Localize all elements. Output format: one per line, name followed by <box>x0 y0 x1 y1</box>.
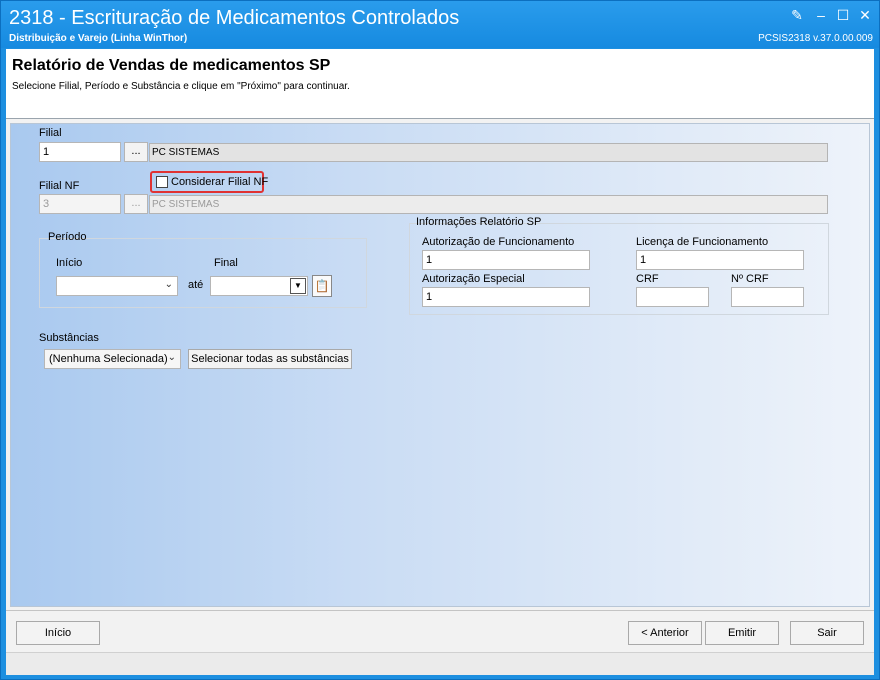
ate-label: até <box>188 279 204 291</box>
chevron-down-icon[interactable]: ⌄ <box>165 279 173 290</box>
final-date-picker[interactable]: ▼ <box>210 276 308 296</box>
app-title: 2318 - Escrituração de Medicamentos Cont… <box>9 7 460 29</box>
num-crf-label: Nº CRF <box>731 273 769 285</box>
emitir-button[interactable]: Emitir <box>705 621 779 645</box>
dropdown-arrow-icon[interactable]: ▼ <box>290 278 306 294</box>
filial-lookup-button[interactable]: ... <box>124 142 148 162</box>
periodo-title: Período <box>48 231 87 243</box>
maximize-icon[interactable]: ☐ <box>833 7 853 23</box>
crf-input[interactable] <box>636 287 709 307</box>
page-header: Relatório de Vendas de medicamentos SP S… <box>6 49 874 119</box>
calendar-icon[interactable]: 📋 <box>312 275 332 297</box>
info-sp-title: Informações Relatório SP <box>416 216 542 228</box>
status-bar <box>6 652 874 675</box>
app-window: 2318 - Escrituração de Medicamentos Cont… <box>0 0 880 680</box>
page-instructions: Selecione Filial, Período e Substância e… <box>12 81 350 92</box>
inicio-label: Início <box>56 257 83 269</box>
aut-esp-label: Autorização Especial <box>422 273 525 285</box>
substancias-selected-value: (Nenhuma Selecionada) <box>49 353 168 365</box>
final-label: Final <box>214 257 238 269</box>
lic-func-label: Licença de Funcionamento <box>636 236 769 248</box>
considerar-filial-nf-highlight: Considerar Filial NF <box>150 171 268 193</box>
filial-name-field: PC SISTEMAS <box>149 143 828 162</box>
sair-button[interactable]: Sair <box>790 621 864 645</box>
minimize-icon[interactable]: – <box>811 7 831 23</box>
aut-func-label: Autorização de Funcionamento <box>422 236 575 248</box>
num-crf-input[interactable] <box>731 287 804 307</box>
aut-func-input[interactable]: 1 <box>422 250 590 270</box>
filial-label: Filial <box>39 127 62 139</box>
app-subtitle: Distribuição e Varejo (Linha WinThor) <box>9 33 188 44</box>
title-bar: 2318 - Escrituração de Medicamentos Cont… <box>1 1 879 48</box>
substancias-label: Substâncias <box>39 332 99 344</box>
crf-label: CRF <box>636 273 659 285</box>
inicio-date-picker[interactable]: ⌄ <box>56 276 178 296</box>
considerar-filial-nf-label[interactable]: Considerar Filial NF <box>171 176 268 188</box>
lic-func-input[interactable]: 1 <box>636 250 804 270</box>
client-area: Relatório de Vendas de medicamentos SP S… <box>6 49 874 675</box>
aut-esp-input[interactable]: 1 <box>422 287 590 307</box>
info-sp-group: Informações Relatório SP Autorização de … <box>409 216 829 315</box>
app-version: PCSIS2318 v.37.0.00.009 <box>758 33 873 44</box>
periodo-group: Período Início ⌄ até Final ▼ 📋 <box>39 231 367 308</box>
select-all-substancias-button[interactable]: Selecionar todas as substâncias <box>188 349 352 369</box>
inicio-button[interactable]: Início <box>16 621 100 645</box>
chevron-down-icon[interactable]: ⌄ <box>168 352 176 363</box>
filial-nf-code-input[interactable]: 3 <box>39 194 121 214</box>
page-title: Relatório de Vendas de medicamentos SP <box>12 57 331 74</box>
close-icon[interactable]: ✕ <box>855 7 875 23</box>
edit-icon[interactable]: ✎ <box>787 7 807 23</box>
anterior-button[interactable]: < Anterior <box>628 621 702 645</box>
filial-code-input[interactable]: 1 <box>39 142 121 162</box>
filial-nf-lookup-button[interactable]: ... <box>124 194 148 214</box>
filial-nf-label: Filial NF <box>39 180 80 192</box>
form-panel: Filial 1 ... PC SISTEMAS Filial NF Consi… <box>10 123 870 607</box>
substancias-select[interactable]: (Nenhuma Selecionada) ⌄ <box>44 349 181 369</box>
considerar-filial-nf-checkbox[interactable] <box>156 176 168 188</box>
filial-nf-name-field: PC SISTEMAS <box>149 195 828 214</box>
